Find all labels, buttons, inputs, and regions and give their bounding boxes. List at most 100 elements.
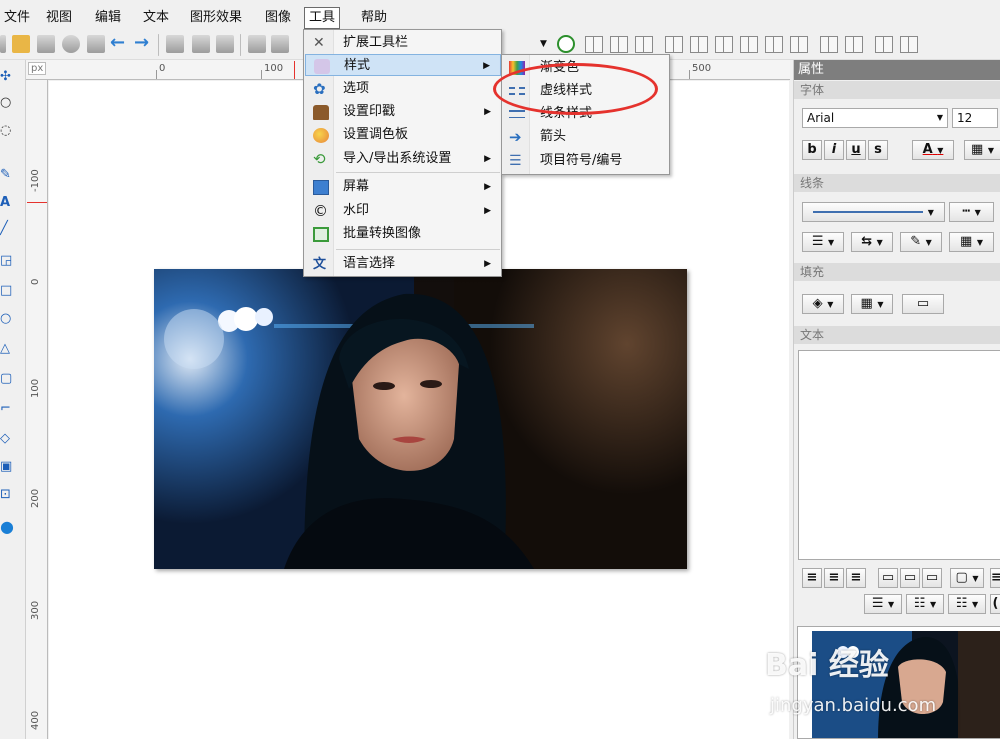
- text-border-button[interactable]: ▢ ▼: [950, 568, 984, 588]
- fill-tool-icon[interactable]: ●: [0, 519, 14, 535]
- disc-icon[interactable]: [62, 35, 80, 53]
- dash-style-select[interactable]: ┅ ▼: [949, 202, 994, 222]
- crop-tool-icon[interactable]: ⊡: [0, 488, 12, 502]
- select-tool-icon[interactable]: ✣: [0, 70, 12, 84]
- scan-icon[interactable]: [87, 35, 105, 53]
- menu-item-screen[interactable]: 屏幕 ▶: [305, 176, 501, 198]
- bullets-button[interactable]: ☷ ▼: [906, 594, 944, 614]
- line-style-select[interactable]: ▼: [802, 202, 945, 222]
- undo-icon[interactable]: [248, 35, 266, 53]
- font-name-select[interactable]: Arial ▼: [802, 108, 948, 128]
- menu-item-set-stamp[interactable]: 设置印戳 ▶: [305, 101, 501, 123]
- line-tool-icon[interactable]: ╱: [0, 222, 12, 236]
- underline-button[interactable]: u: [846, 140, 866, 160]
- shape-tool-icon[interactable]: ◲: [0, 254, 12, 268]
- zoom-icon[interactable]: [557, 35, 575, 53]
- menu-edit[interactable]: 编辑: [91, 8, 125, 28]
- valign-top-icon[interactable]: ▭: [878, 568, 898, 588]
- align-top-icon[interactable]: [740, 36, 758, 53]
- submenu-item-label: 箭头: [540, 129, 567, 144]
- fill-image-button[interactable]: ▭: [902, 294, 944, 314]
- menu-item-options[interactable]: ✿ 选项: [305, 78, 501, 100]
- menu-text[interactable]: 文本: [139, 8, 173, 28]
- line-border-button[interactable]: ▦ ▼: [949, 232, 994, 252]
- group-icon[interactable]: [820, 36, 838, 53]
- menu-tools[interactable]: 工具: [304, 7, 341, 29]
- valign-bottom-icon[interactable]: ▭: [922, 568, 942, 588]
- fill-color-button[interactable]: ◈ ▼: [802, 294, 844, 314]
- hand-tool-icon[interactable]: ◌: [0, 124, 12, 138]
- italic-button[interactable]: i: [824, 140, 844, 160]
- ruler-label: 500: [692, 63, 712, 74]
- rounded-rect-tool-icon[interactable]: ▢: [0, 372, 12, 386]
- menu-item-set-palette[interactable]: 设置调色板: [305, 124, 501, 146]
- redo-icon[interactable]: [271, 35, 289, 53]
- menu-item-batch-convert[interactable]: 批量转换图像: [305, 223, 501, 245]
- back-arrow-icon[interactable]: ←: [110, 34, 128, 53]
- align-left-icon[interactable]: [665, 36, 683, 53]
- arrow-style-button[interactable]: ⇆ ▼: [851, 232, 893, 252]
- diamond-tool-icon[interactable]: ◇: [0, 432, 12, 446]
- menu-graphic-effects[interactable]: 图形效果: [186, 8, 246, 28]
- text-list-button[interactable]: ≡: [990, 568, 1000, 588]
- align-center-text-icon[interactable]: ≡: [824, 568, 844, 588]
- copy-icon[interactable]: [192, 35, 210, 53]
- line-color-button[interactable]: ✎ ▼: [900, 232, 942, 252]
- menu-image[interactable]: 图像: [261, 8, 295, 28]
- menu-item-import-export[interactable]: ⟲ 导入/导出系统设置 ▶: [305, 148, 501, 170]
- triangle-tool-icon[interactable]: △: [0, 342, 12, 356]
- bring-front-icon[interactable]: [875, 36, 893, 53]
- menu-view[interactable]: 视图: [42, 8, 76, 28]
- gear-icon: ✿: [313, 80, 326, 98]
- rectangle-tool-icon[interactable]: □: [0, 284, 12, 298]
- line-spacing-button[interactable]: ☰ ▼: [864, 594, 902, 614]
- valign-middle-icon[interactable]: ▭: [900, 568, 920, 588]
- align-icon[interactable]: [585, 36, 603, 53]
- fill-pattern-button[interactable]: ▦ ▼: [851, 294, 893, 314]
- ruler-label: 100: [30, 378, 41, 398]
- save-icon[interactable]: [37, 35, 55, 53]
- menu-help[interactable]: 帮助: [357, 8, 391, 28]
- submenu-item-arrow[interactable]: ➔ 箭头: [503, 125, 669, 148]
- forward-arrow-icon[interactable]: →: [134, 34, 152, 53]
- text-tool-icon[interactable]: A: [0, 196, 12, 210]
- align-icon[interactable]: [610, 36, 628, 53]
- align-bottom-icon[interactable]: [790, 36, 808, 53]
- menu-item-language[interactable]: 文 语言选择 ▶: [305, 253, 501, 275]
- ungroup-icon[interactable]: [845, 36, 863, 53]
- zoom-dropdown-arrow-icon[interactable]: ▼: [540, 35, 552, 53]
- align-center-icon[interactable]: [690, 36, 708, 53]
- align-right-text-icon[interactable]: ≡: [846, 568, 866, 588]
- menu-file[interactable]: 文件: [0, 8, 34, 28]
- font-size-select[interactable]: 12: [952, 108, 998, 128]
- font-color-button[interactable]: A ▼: [912, 140, 954, 160]
- pen-tool-icon[interactable]: ✎: [0, 168, 12, 182]
- submenu-arrow-icon: ▶: [484, 182, 491, 192]
- line-weight-button[interactable]: ☰ ▼: [802, 232, 844, 252]
- align-right-icon[interactable]: [715, 36, 733, 53]
- align-icon[interactable]: [635, 36, 653, 53]
- menu-item-watermark[interactable]: © 水印 ▶: [305, 200, 501, 222]
- strikethrough-button[interactable]: s: [868, 140, 888, 160]
- new-file-icon[interactable]: [0, 35, 6, 53]
- text-input-area[interactable]: [798, 350, 1000, 560]
- paste-icon[interactable]: [216, 35, 234, 53]
- cut-icon[interactable]: [166, 35, 184, 53]
- align-middle-icon[interactable]: [765, 36, 783, 53]
- portrait-photo[interactable]: [154, 269, 687, 569]
- image-tool-icon[interactable]: ▣: [0, 460, 12, 474]
- border-button[interactable]: ▦ ▼: [964, 140, 1000, 160]
- more-text-options-button[interactable]: (: [990, 594, 1000, 614]
- lasso-tool-icon[interactable]: ○: [0, 96, 12, 110]
- submenu-item-bullets[interactable]: ☰ 项目符号/编号: [503, 149, 669, 172]
- menu-item-style[interactable]: 样式 ▶: [305, 54, 501, 76]
- submenu-arrow-icon: ▶: [484, 206, 491, 216]
- ellipse-tool-icon[interactable]: ○: [0, 312, 12, 326]
- align-left-text-icon[interactable]: ≡: [802, 568, 822, 588]
- open-folder-icon[interactable]: [12, 35, 30, 53]
- numbering-button[interactable]: ☷ ▼: [948, 594, 986, 614]
- bold-button[interactable]: b: [802, 140, 822, 160]
- callout-tool-icon[interactable]: ⌐: [0, 402, 12, 416]
- send-back-icon[interactable]: [900, 36, 918, 53]
- menu-item-extended-toolbar[interactable]: ✕ 扩展工具栏: [305, 32, 501, 54]
